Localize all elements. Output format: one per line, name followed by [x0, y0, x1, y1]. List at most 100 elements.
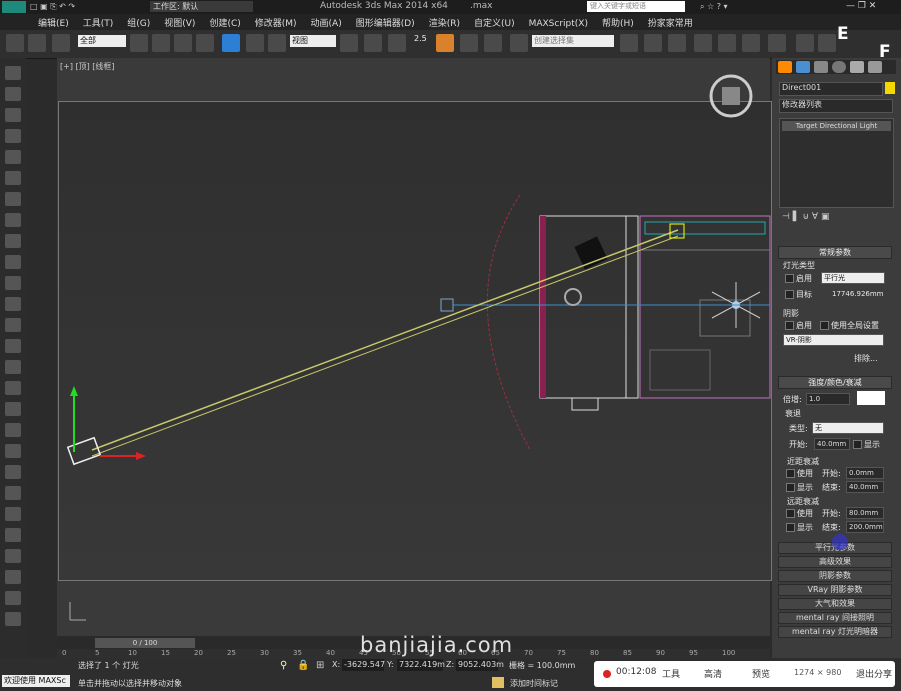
multiplier-input[interactable]: 1.0 [806, 393, 850, 405]
add-time-tag[interactable]: 添加时间标记 [510, 678, 558, 689]
decay-start-input[interactable]: 40.0mm [814, 438, 850, 450]
timeline-tick-label: 25 [227, 649, 236, 657]
far-end-input[interactable]: 200.0mm [846, 521, 884, 533]
timeline-tick-label: 30 [260, 649, 269, 657]
timeline-tick-label: 95 [689, 649, 698, 657]
z-coordinate-input[interactable]: 9052.403m [456, 659, 504, 671]
maxscript-listener[interactable]: 欢迎使用 MAXSc [2, 675, 70, 687]
timeline-tick-label: 40 [326, 649, 335, 657]
timeline-tick-label: 0 [62, 649, 67, 657]
recorder-exit-button[interactable]: 退出分享 [856, 667, 892, 680]
object-name-field[interactable]: Direct001 [779, 82, 883, 96]
far-end-label: 结束: [822, 523, 841, 532]
near-end-input[interactable]: 40.0mm [846, 481, 884, 493]
prompt-line: 单击并拖动以选择并移动对象 [78, 679, 182, 688]
rollout-2[interactable]: 阴影参数 [778, 570, 892, 582]
recorder-preview-button[interactable]: 预览 [752, 667, 770, 680]
near-show-checkbox[interactable] [786, 483, 795, 492]
rollout-4[interactable]: 大气和效果 [778, 598, 892, 610]
utilities-tab-icon[interactable] [868, 61, 882, 73]
motion-tab-icon[interactable] [832, 61, 846, 73]
light-color-swatch[interactable] [857, 391, 885, 405]
far-start-label: 开始: [822, 509, 841, 518]
target-label: 目标 [796, 290, 812, 299]
command-panel-tabs[interactable] [776, 60, 896, 74]
rollout-6[interactable]: mental ray 灯光明暗器 [778, 626, 892, 638]
far-show-label: 显示 [797, 523, 813, 532]
spotlight-object-icon [573, 235, 609, 271]
modifier-list-dropdown[interactable]: 修改器列表 [779, 99, 893, 113]
general-params-header[interactable]: 常规参数 [778, 246, 892, 259]
near-use-checkbox[interactable] [786, 469, 795, 478]
create-tab-icon[interactable] [778, 61, 792, 73]
x-coordinate-input[interactable]: -3629.547 [342, 659, 385, 671]
screen-recorder-bar: 00:12:08 工具 高清 预览 1274 × 980 退出分享 [594, 661, 895, 687]
near-show-label: 显示 [797, 483, 813, 492]
z-label: Z: [446, 660, 455, 669]
camera-object-icon [564, 288, 582, 306]
use-global-checkbox[interactable] [820, 321, 829, 330]
lock-selection-icon[interactable]: ⚲ [280, 660, 287, 671]
timeline-tick-label: 90 [656, 649, 665, 657]
directional-light-icon [66, 436, 102, 466]
far-show-checkbox[interactable] [786, 523, 795, 532]
shadow-type-dropdown[interactable]: VR-阴影 [783, 334, 884, 346]
far-start-input[interactable]: 80.0mm [846, 507, 884, 519]
near-start-input[interactable]: 0.0mm [846, 467, 884, 479]
viewport-scene [66, 74, 771, 621]
hotspot-arc [486, 194, 531, 451]
object-color-swatch[interactable] [885, 82, 895, 94]
timeline-tick-label: 15 [161, 649, 170, 657]
near-atten-label: 近距衰减 [787, 457, 819, 466]
timeline-tick-label: 10 [128, 649, 137, 657]
recorder-quality-menu[interactable]: 高清 [704, 667, 722, 680]
far-use-label: 使用 [797, 509, 813, 518]
y-axis-arrow [70, 386, 78, 396]
far-use-checkbox[interactable] [786, 509, 795, 518]
target-checkbox[interactable] [785, 290, 794, 299]
modifier-stack-item[interactable]: Target Directional Light [782, 121, 891, 131]
decay-show-checkbox[interactable] [853, 440, 862, 449]
modify-tab-icon[interactable] [796, 61, 810, 73]
shadows-label: 阴影 [783, 309, 799, 318]
decay-type-dropdown[interactable]: 无 [812, 422, 884, 434]
absolute-mode-icon[interactable]: ⊞ [316, 660, 324, 671]
time-slider[interactable]: 0 / 100 [95, 638, 195, 648]
near-start-label: 开始: [822, 469, 841, 478]
far-atten-label: 远距衰减 [787, 497, 819, 506]
use-global-label: 使用全局设置 [831, 321, 879, 330]
timeline-tick-label: 5 [95, 649, 100, 657]
timeline-tick-label: 80 [590, 649, 599, 657]
x-axis-arrow [136, 452, 146, 460]
y-label: Y: [387, 660, 394, 669]
rollout-5[interactable]: mental ray 间接照明 [778, 612, 892, 624]
rollout-1[interactable]: 高级效果 [778, 556, 892, 568]
record-indicator-icon [603, 670, 611, 678]
watermark: banjiajia.com [360, 633, 514, 657]
lock-icon[interactable]: 🔒 [297, 660, 309, 671]
timeline-tick-label: 85 [623, 649, 632, 657]
recorder-resolution: 1274 × 980 [794, 668, 842, 677]
selection-status: 选择了 1 个 灯光 [78, 661, 139, 670]
display-tab-icon[interactable] [850, 61, 864, 73]
shadows-enable-checkbox[interactable] [785, 321, 794, 330]
light-beam-edge [91, 235, 679, 457]
recording-time: 00:12:08 [616, 667, 657, 677]
light-enable-checkbox[interactable] [785, 274, 794, 283]
hierarchy-tab-icon[interactable] [814, 61, 828, 73]
grid-size: 栅格 = 100.0mm [509, 661, 576, 670]
intensity-header[interactable]: 强度/颜色/衰减 [778, 376, 892, 389]
stack-controls[interactable]: ⊣ ▌ ⊍ ∀ ▣ [782, 212, 892, 224]
modifier-stack[interactable]: Target Directional Light [779, 118, 894, 208]
shadows-enable-label: 启用 [796, 321, 812, 330]
light-enable-label: 启用 [796, 274, 812, 283]
time-tag-icon[interactable] [492, 677, 504, 688]
target-distance: 17746.926mm [832, 290, 884, 298]
light-type-dropdown[interactable]: 平行光 [821, 272, 885, 284]
y-coordinate-input[interactable]: 7322.419m [397, 659, 445, 671]
decay-show-label: 显示 [864, 440, 880, 449]
rollout-3[interactable]: VRay 阴影参数 [778, 584, 892, 596]
exclude-button[interactable]: 排除... [854, 353, 878, 364]
building-step [571, 397, 599, 411]
recorder-tools-menu[interactable]: 工具 [662, 667, 680, 680]
